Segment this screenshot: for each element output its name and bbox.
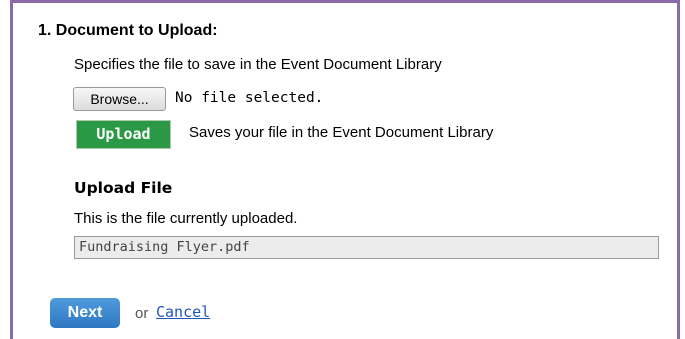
- current-file-field: Fundraising Flyer.pdf: [74, 236, 659, 259]
- next-button[interactable]: Next: [50, 298, 120, 328]
- upload-button[interactable]: Upload: [77, 121, 170, 148]
- browse-button[interactable]: Browse...: [73, 87, 166, 111]
- or-separator: or: [135, 305, 149, 322]
- section-title: 1. Document to Upload:: [38, 22, 218, 39]
- cancel-link[interactable]: Cancel: [156, 303, 210, 321]
- no-file-label: No file selected.: [175, 90, 324, 106]
- section-description: Specifies the file to save in the Event …: [74, 56, 442, 73]
- upload-description: Saves your file in the Event Document Li…: [189, 124, 494, 141]
- upload-file-heading: Upload File: [74, 179, 173, 197]
- form-panel: [10, 0, 680, 339]
- current-file-description: This is the file currently uploaded.: [74, 210, 298, 227]
